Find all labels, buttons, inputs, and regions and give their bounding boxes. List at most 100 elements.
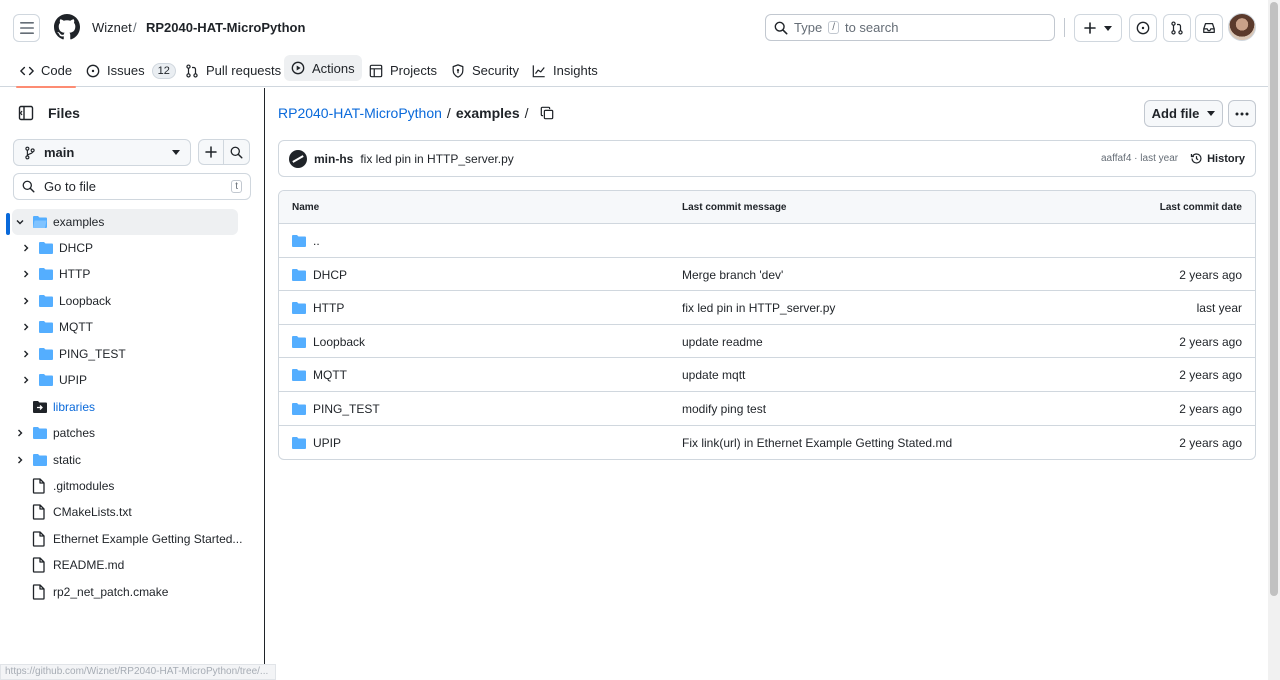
table-row[interactable]: Loopback update readme 2 years ago <box>279 325 1255 359</box>
tree-item-readme[interactable]: README.md <box>12 552 124 578</box>
add-file-button[interactable]: Add file <box>1144 100 1223 127</box>
row-name[interactable]: PING_TEST <box>313 402 380 416</box>
repo-owner-link[interactable]: Wiznet <box>92 20 132 35</box>
chevron-right-icon[interactable] <box>15 428 25 438</box>
row-name[interactable]: Loopback <box>313 335 365 349</box>
inbox-button[interactable] <box>1195 14 1223 42</box>
tab-actions[interactable]: Actions <box>284 55 362 81</box>
file-tree-sidebar: Files main Go to file t examples DHCP HT… <box>0 88 265 680</box>
github-logo-icon[interactable] <box>54 14 80 40</box>
breadcrumb-repo-link[interactable]: RP2040-HAT-MicroPython <box>278 105 442 121</box>
tree-item-mqtt[interactable]: MQTT <box>18 314 93 340</box>
issue-opened-icon <box>1136 21 1150 35</box>
table-row[interactable]: MQTT update mqtt 2 years ago <box>279 358 1255 392</box>
hamburger-icon <box>19 22 34 34</box>
file-icon <box>32 504 45 520</box>
chevron-down-icon[interactable] <box>15 217 25 227</box>
pull-requests-button[interactable] <box>1163 14 1191 42</box>
tree-item-upip[interactable]: UPIP <box>18 367 87 393</box>
breadcrumb-trailing-separator: / <box>524 105 529 121</box>
tab-insights[interactable]: Insights <box>532 54 598 87</box>
tree-item-patches[interactable]: patches <box>12 420 95 446</box>
repo-tabs: Code Issues 12 Pull requests Actions Pro… <box>0 54 1268 88</box>
row-name[interactable]: HTTP <box>313 301 344 315</box>
tree-item-libraries[interactable]: libraries <box>12 394 95 420</box>
more-options-button[interactable] <box>1228 100 1256 127</box>
commit-author[interactable]: min-hs <box>314 152 353 166</box>
triangle-down-icon <box>1207 111 1216 116</box>
sidebar-collapse-icon[interactable] <box>18 105 34 121</box>
tab-issues[interactable]: Issues 12 <box>86 54 176 87</box>
row-commit-message[interactable]: update readme <box>682 335 763 349</box>
row-commit-message[interactable]: Fix link(url) in Ethernet Example Gettin… <box>682 436 952 450</box>
tree-item-ethernet-example[interactable]: Ethernet Example Getting Started... <box>12 526 242 552</box>
row-commit-message[interactable]: Merge branch 'dev' <box>682 268 783 282</box>
tree-item-rp2-net-patch[interactable]: rp2_net_patch.cmake <box>12 579 168 605</box>
search-files-button[interactable] <box>224 139 250 165</box>
create-new-button[interactable] <box>1074 14 1122 42</box>
tab-projects-label: Projects <box>390 63 437 78</box>
copy-path-icon[interactable] <box>540 106 554 120</box>
history-button[interactable]: History <box>1190 152 1245 165</box>
folder-icon <box>292 436 306 449</box>
chevron-right-icon[interactable] <box>21 322 31 332</box>
tree-item-loopback[interactable]: Loopback <box>18 288 111 314</box>
tab-code[interactable]: Code <box>15 54 77 88</box>
tree-item-label: static <box>53 453 82 467</box>
tree-item-examples[interactable]: examples <box>12 209 238 235</box>
global-search-input[interactable]: Type / to search <box>765 14 1055 41</box>
menu-button[interactable] <box>13 14 40 42</box>
row-commit-date: 2 years ago <box>1179 401 1242 416</box>
selected-indicator <box>6 213 10 235</box>
table-row[interactable]: HTTP fix led pin in HTTP_server.py last … <box>279 291 1255 325</box>
repo-name-link[interactable]: RP2040-HAT-MicroPython <box>146 20 305 35</box>
tab-security[interactable]: Security <box>451 54 519 87</box>
table-row-parent[interactable]: .. <box>279 224 1255 258</box>
tree-item-gitmodules[interactable]: .gitmodules <box>12 473 114 499</box>
table-row[interactable]: UPIP Fix link(url) in Ethernet Example G… <box>279 426 1255 460</box>
chevron-right-icon[interactable] <box>21 269 31 279</box>
column-header-name: Name <box>292 202 320 213</box>
tree-item-ping-test[interactable]: PING_TEST <box>18 341 126 367</box>
file-path-breadcrumb: RP2040-HAT-MicroPython / examples / <box>278 105 554 121</box>
row-commit-date: 2 years ago <box>1179 334 1242 349</box>
scrollbar-thumb[interactable] <box>1270 2 1278 596</box>
tree-item-label: Ethernet Example Getting Started... <box>53 532 243 546</box>
issues-button[interactable] <box>1129 14 1157 42</box>
row-commit-message[interactable]: fix led pin in HTTP_server.py <box>682 301 835 315</box>
row-name[interactable]: DHCP <box>313 268 347 282</box>
tab-pull-requests[interactable]: Pull requests <box>185 54 281 87</box>
code-icon <box>20 66 34 75</box>
add-file-sidebar-button[interactable] <box>198 139 224 165</box>
tree-item-static[interactable]: static <box>12 447 81 473</box>
history-label: History <box>1207 152 1245 165</box>
tab-projects[interactable]: Projects <box>369 54 437 87</box>
tree-item-dhcp[interactable]: DHCP <box>18 235 93 261</box>
row-name[interactable]: .. <box>313 234 320 248</box>
row-name[interactable]: UPIP <box>313 436 341 450</box>
folder-icon <box>292 235 306 247</box>
row-name[interactable]: MQTT <box>313 368 347 382</box>
tree-item-http[interactable]: HTTP <box>18 261 90 287</box>
commit-message[interactable]: fix led pin in HTTP_server.py <box>360 152 513 166</box>
row-commit-message[interactable]: modify ping test <box>682 402 766 416</box>
chevron-right-icon[interactable] <box>21 375 31 385</box>
tree-item-label: CMakeLists.txt <box>53 505 132 519</box>
chevron-right-icon[interactable] <box>21 349 31 359</box>
commit-author-avatar[interactable] <box>289 149 307 168</box>
table-icon <box>369 64 383 77</box>
tree-item-label: PING_TEST <box>59 347 126 361</box>
go-to-file-input[interactable]: Go to file t <box>13 173 251 200</box>
tree-item-cmakelists[interactable]: CMakeLists.txt <box>12 499 132 525</box>
chevron-right-icon[interactable] <box>15 455 25 465</box>
row-commit-message[interactable]: update mqtt <box>682 368 745 382</box>
user-avatar[interactable] <box>1228 13 1256 41</box>
chevron-right-icon[interactable] <box>21 243 31 253</box>
page-scrollbar[interactable] <box>1268 0 1280 680</box>
commit-sha-time[interactable]: aaffaf4 · last year <box>1101 153 1178 164</box>
chevron-right-icon[interactable] <box>21 296 31 306</box>
git-pull-request-icon <box>1171 21 1183 35</box>
branch-selector[interactable]: main <box>13 139 191 166</box>
table-row[interactable]: DHCP Merge branch 'dev' 2 years ago <box>279 258 1255 292</box>
table-row[interactable]: PING_TEST modify ping test 2 years ago <box>279 392 1255 426</box>
